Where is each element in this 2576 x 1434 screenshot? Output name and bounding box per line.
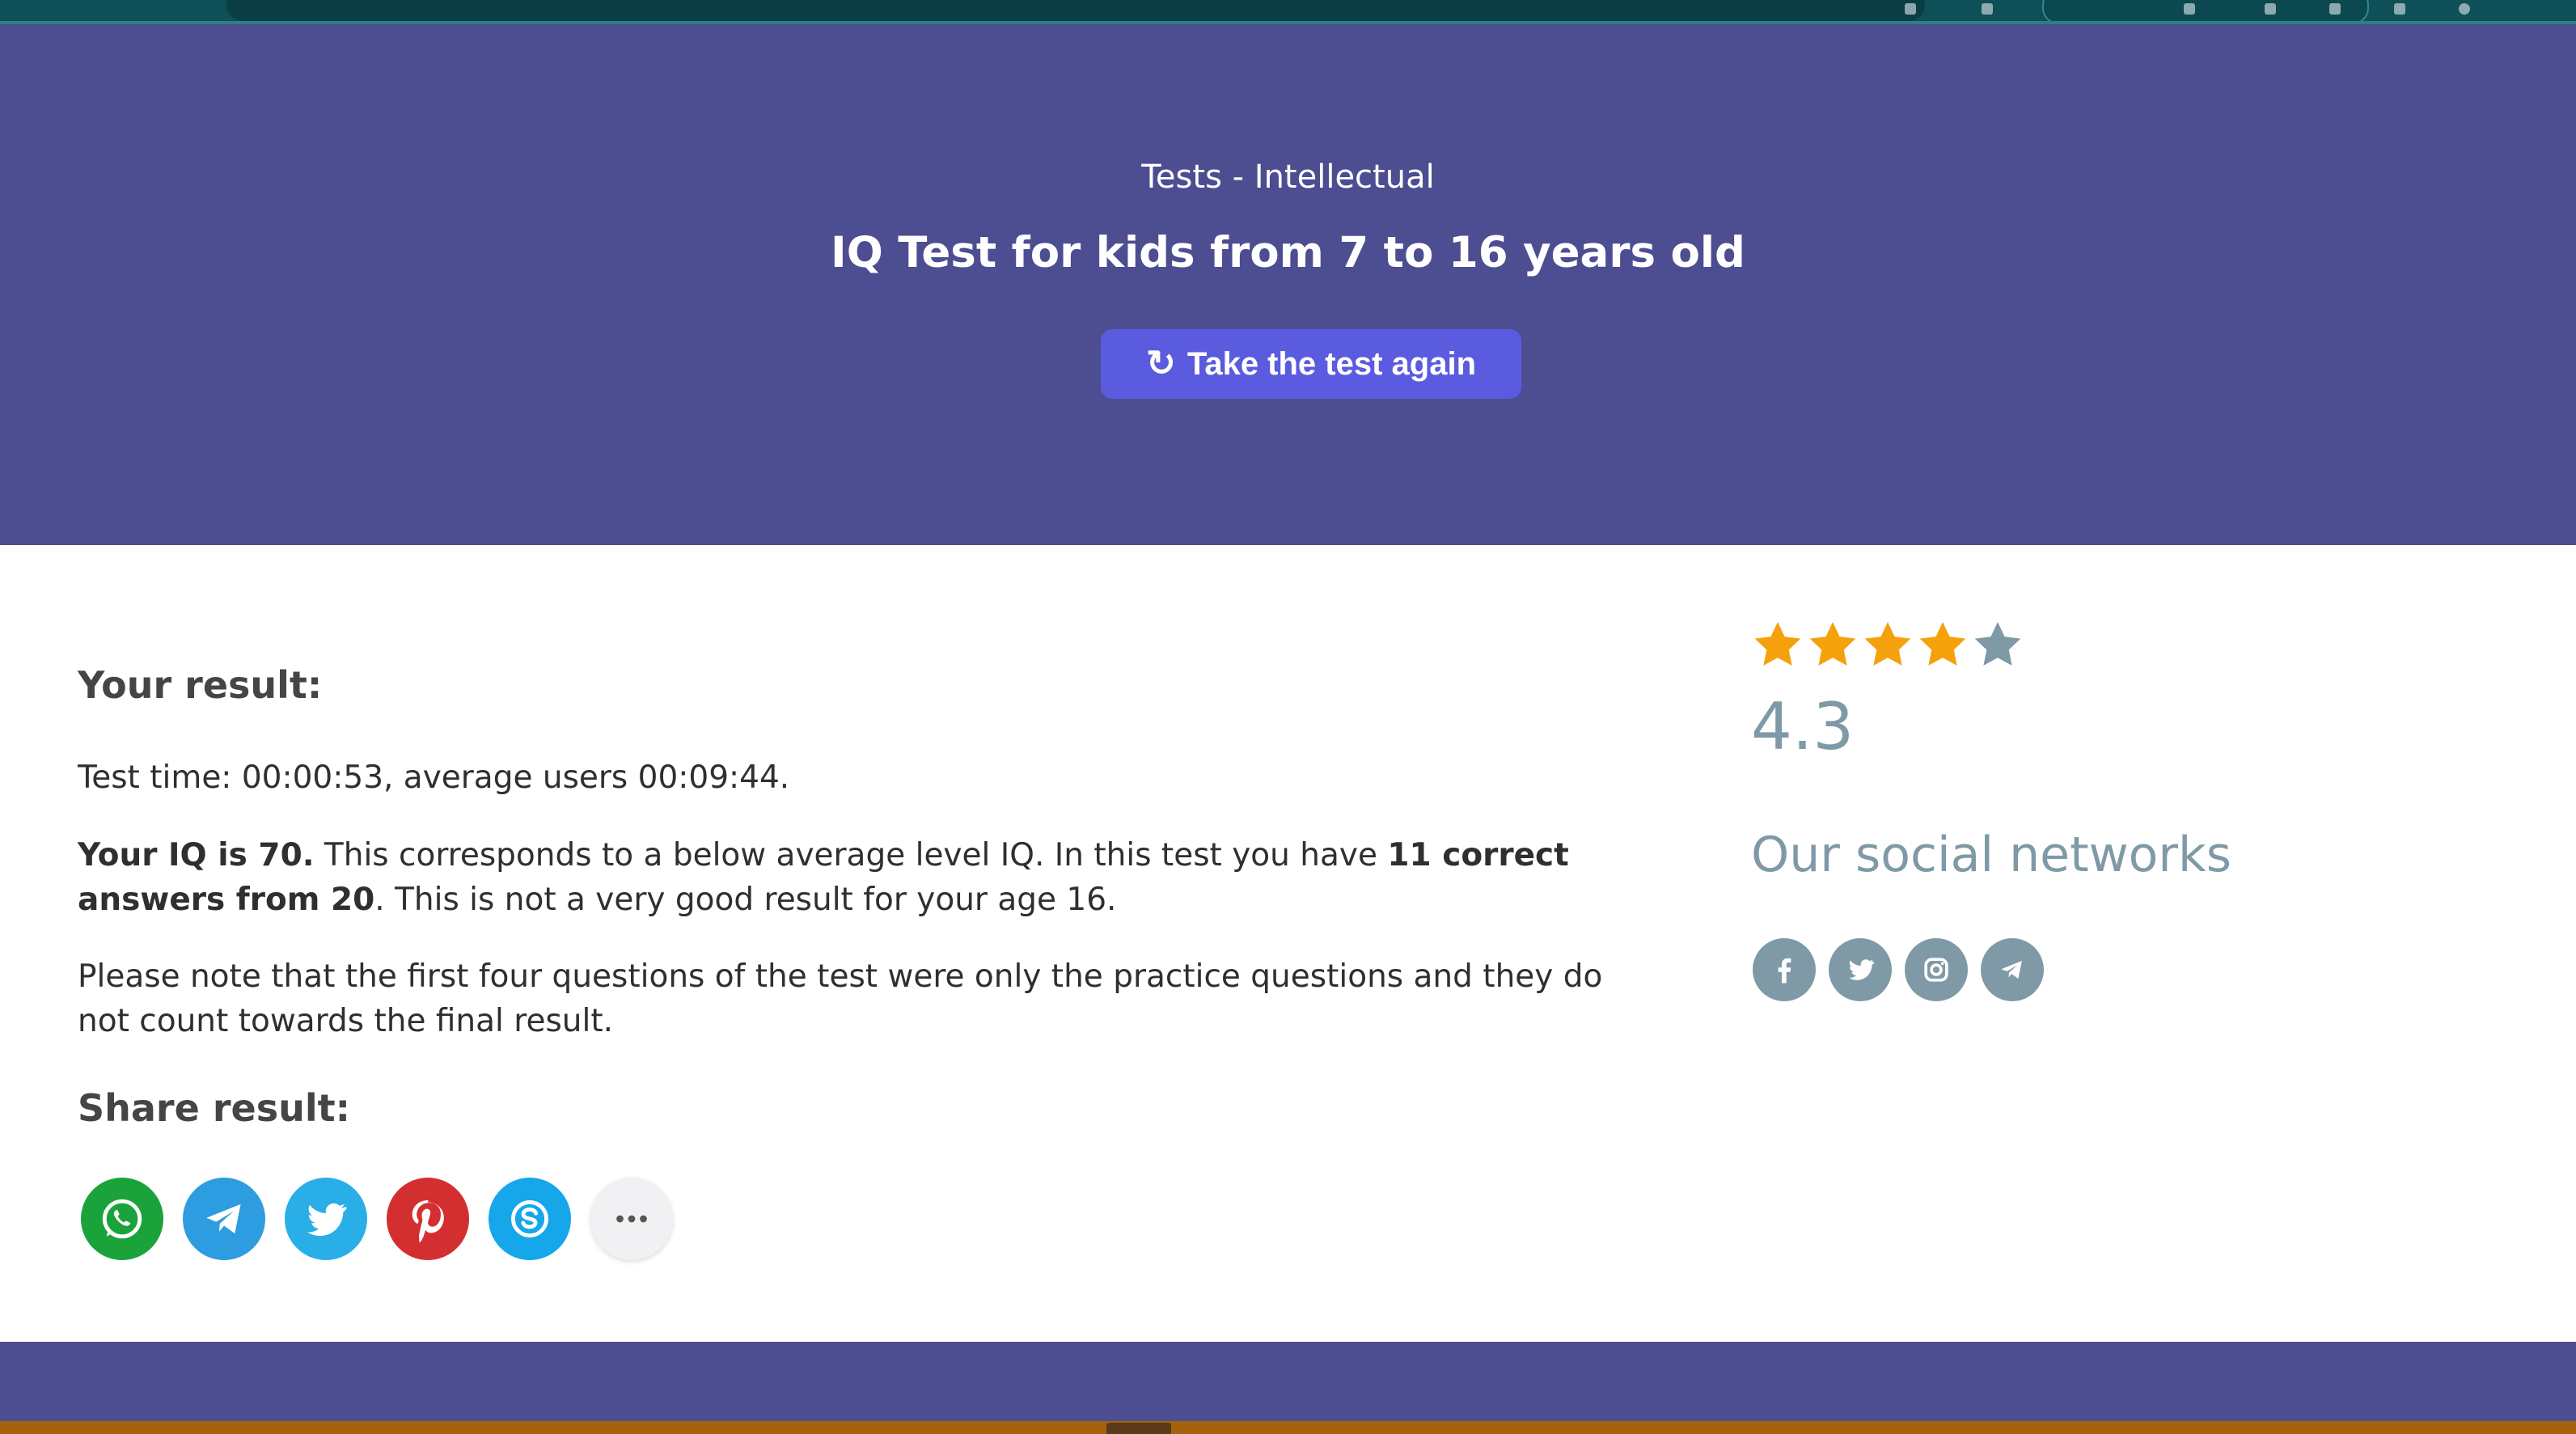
instagram-icon bbox=[1924, 958, 1948, 982]
extension-icon[interactable] bbox=[2265, 3, 2276, 15]
refresh-icon: ↻ bbox=[1145, 344, 1176, 383]
whatsapp-icon bbox=[102, 1199, 142, 1239]
share-skype-button[interactable] bbox=[489, 1178, 571, 1260]
instagram-link[interactable] bbox=[1905, 938, 1968, 1001]
extension-icon[interactable] bbox=[1982, 3, 1993, 15]
retake-test-label: Take the test again bbox=[1186, 345, 1477, 382]
avatar[interactable] bbox=[2459, 3, 2470, 15]
star-filled-icon[interactable] bbox=[1916, 618, 1969, 671]
retake-test-button[interactable]: ↻ Take the test again bbox=[1101, 329, 1521, 399]
rating-stars[interactable] bbox=[1751, 618, 2024, 671]
share-buttons bbox=[81, 1178, 673, 1260]
social-heading: Our social networks bbox=[1751, 827, 2232, 883]
iq-description: This corresponds to a below average leve… bbox=[314, 837, 1388, 874]
taskbar-item[interactable] bbox=[1106, 1423, 1171, 1434]
skype-icon bbox=[511, 1200, 548, 1237]
more-icon bbox=[616, 1215, 647, 1223]
page-title: IQ Test for kids from 7 to 16 years old bbox=[831, 228, 1745, 277]
twitter-link[interactable] bbox=[1829, 938, 1892, 1001]
telegram-icon bbox=[206, 1203, 241, 1234]
footer bbox=[0, 1342, 2576, 1421]
star-filled-icon[interactable] bbox=[1806, 618, 1859, 671]
share-telegram-button[interactable] bbox=[183, 1178, 265, 1260]
address-bar[interactable] bbox=[226, 0, 1925, 21]
taskbar-strip bbox=[0, 1421, 2576, 1434]
share-whatsapp-button[interactable] bbox=[81, 1178, 163, 1260]
iq-score: Your IQ is 70. bbox=[78, 837, 315, 874]
practice-note: Please note that the first four question… bbox=[78, 958, 1603, 1039]
test-category[interactable]: Tests - Intellectual bbox=[0, 159, 2576, 196]
star-filled-icon[interactable] bbox=[1751, 618, 1804, 671]
twitter-icon bbox=[1849, 959, 1875, 980]
rating-value: 4.3 bbox=[1751, 689, 1855, 764]
share-heading: Share result: bbox=[78, 1086, 350, 1130]
star-empty-icon[interactable] bbox=[1971, 618, 2024, 671]
share-more-button[interactable] bbox=[590, 1178, 673, 1260]
telegram-link[interactable] bbox=[1981, 938, 2044, 1001]
extension-icon[interactable] bbox=[2329, 3, 2341, 15]
social-links bbox=[1753, 938, 2044, 1001]
star-filled-icon[interactable] bbox=[1861, 618, 1914, 671]
share-twitter-button[interactable] bbox=[285, 1178, 367, 1260]
sidebar-icon[interactable] bbox=[2394, 3, 2405, 15]
twitter-icon bbox=[307, 1203, 348, 1237]
bookmark-icon[interactable] bbox=[1905, 3, 1916, 15]
result-heading: Your result: bbox=[78, 663, 323, 707]
test-time-text: Test time: 00:00:53, average users 00:09… bbox=[78, 759, 790, 796]
telegram-icon bbox=[2001, 961, 2022, 979]
share-pinterest-button[interactable] bbox=[387, 1178, 469, 1260]
pinterest-icon bbox=[412, 1200, 444, 1242]
age-assessment: . This is not a very good result for you… bbox=[374, 882, 1117, 918]
hero-banner: Tests - Intellectual IQ Test for kids fr… bbox=[0, 24, 2576, 545]
extension-icon[interactable] bbox=[2184, 3, 2195, 15]
facebook-icon bbox=[1778, 958, 1791, 983]
iq-result-text: Your IQ is 70. This corresponds to a bel… bbox=[78, 833, 1639, 922]
browser-toolbar bbox=[0, 0, 2576, 24]
facebook-link[interactable] bbox=[1753, 938, 1816, 1001]
